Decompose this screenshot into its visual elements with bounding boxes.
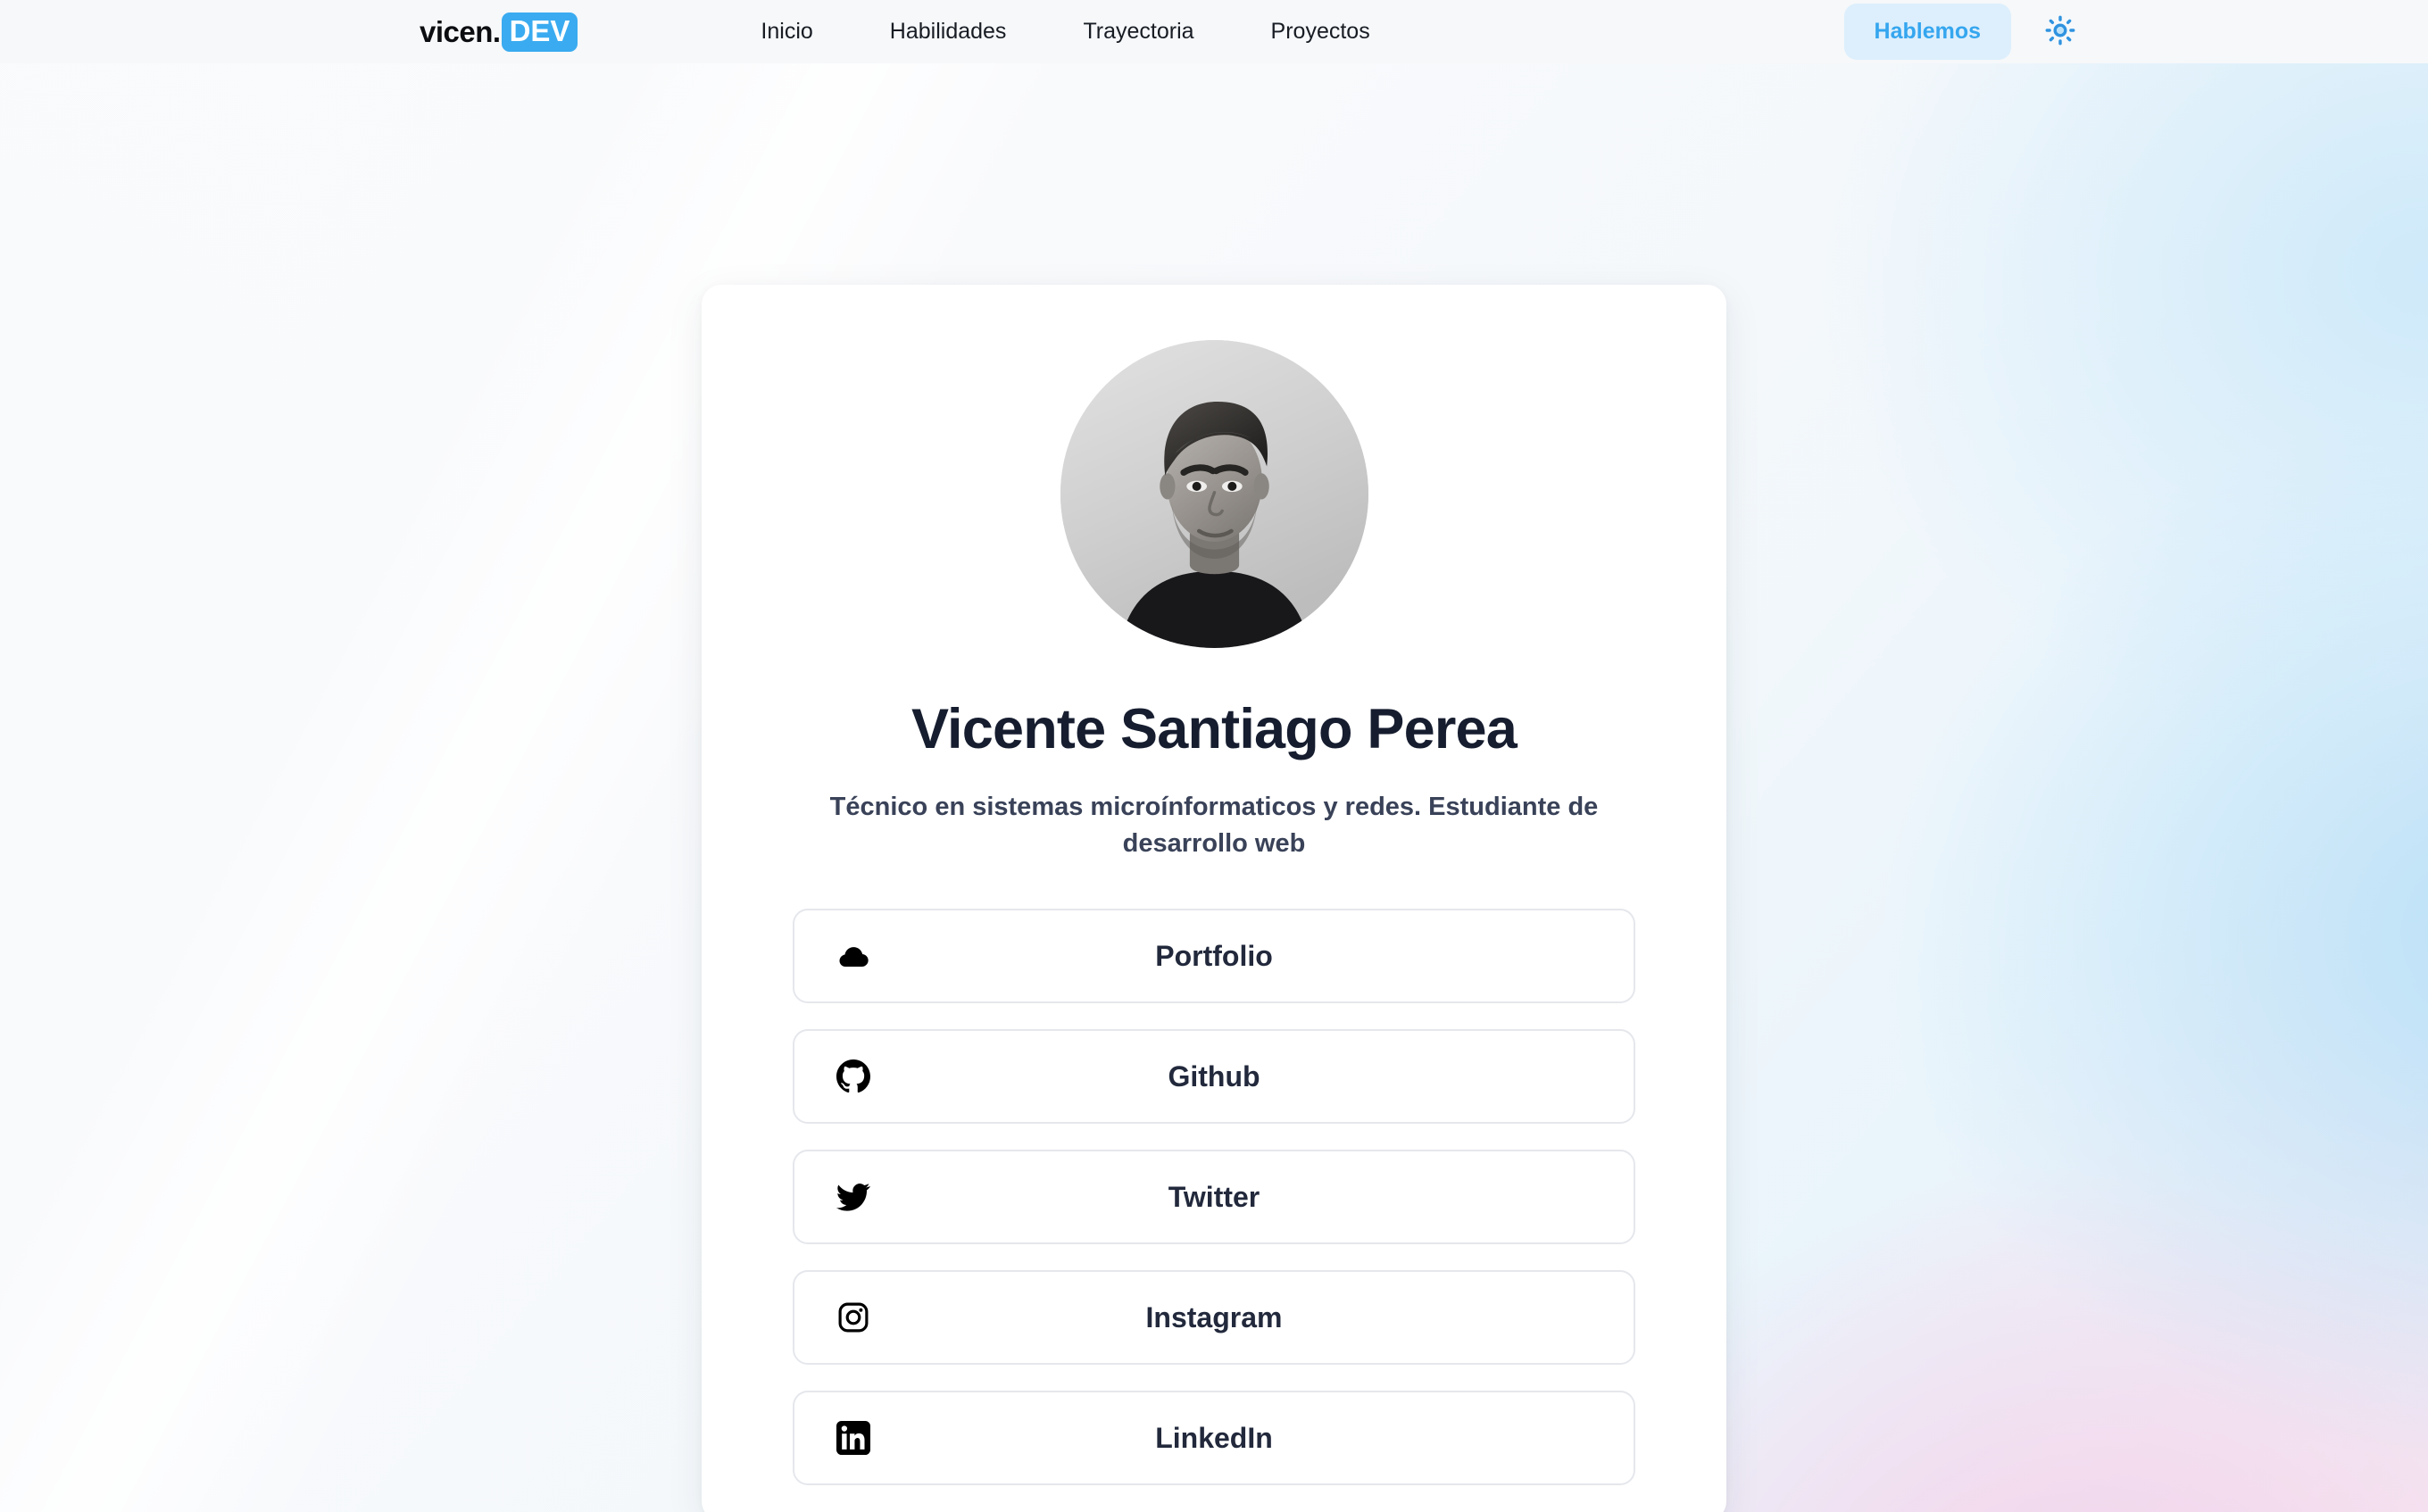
link-button-github[interactable]: Github <box>793 1029 1635 1125</box>
logo-dev-badge: DEV <box>501 12 578 52</box>
instagram-icon <box>830 1294 877 1341</box>
profile-bio: Técnico en sistemas microínformaticos y … <box>829 793 1599 859</box>
avatar <box>1060 340 1368 648</box>
nav-item-habilidades[interactable]: Habilidades <box>890 19 1007 45</box>
contact-cta-button[interactable]: Hablemos <box>1843 4 2011 60</box>
link-button-portfolio[interactable]: Portfolio <box>793 909 1635 1004</box>
link-button-instagram[interactable]: Instagram <box>793 1270 1635 1366</box>
nav-item-proyectos[interactable]: Proyectos <box>1271 19 1370 45</box>
github-icon <box>830 1053 877 1100</box>
nav-item-trayectoria[interactable]: Trayectoria <box>1083 19 1193 45</box>
nav-item-inicio[interactable]: Inicio <box>761 19 812 45</box>
profile-card: Vicente Santiago Perea Técnico en sistem… <box>702 285 1726 1512</box>
link-button-linkedin[interactable]: LinkedIn <box>793 1391 1635 1486</box>
logo-text: vicen. <box>420 14 501 48</box>
page-title: Vicente Santiago Perea <box>910 698 1518 760</box>
linkedin-icon <box>830 1415 877 1461</box>
main-content: Vicente Santiago Perea Técnico en sistem… <box>0 63 2428 1512</box>
twitter-icon <box>830 1174 877 1220</box>
link-label: Instagram <box>1145 1300 1283 1333</box>
cloud-icon <box>830 933 877 979</box>
site-header: vicen. DEV Inicio Habilidades Trayectoria… <box>0 0 2428 63</box>
link-label: LinkedIn <box>1155 1421 1273 1454</box>
header-actions: Hablemos <box>1843 4 2084 60</box>
link-list: Portfolio Github Twitter Instagram Linke… <box>793 909 1635 1486</box>
link-label: Twitter <box>1168 1180 1260 1213</box>
theme-toggle-button[interactable] <box>2036 8 2084 56</box>
link-label: Portfolio <box>1155 939 1273 972</box>
link-label: Github <box>1168 1059 1260 1092</box>
link-button-twitter[interactable]: Twitter <box>793 1150 1635 1245</box>
sun-icon <box>2045 15 2075 48</box>
site-logo[interactable]: vicen. DEV <box>420 12 578 52</box>
primary-navigation: Inicio Habilidades Trayectoria Proyectos <box>761 19 1369 45</box>
